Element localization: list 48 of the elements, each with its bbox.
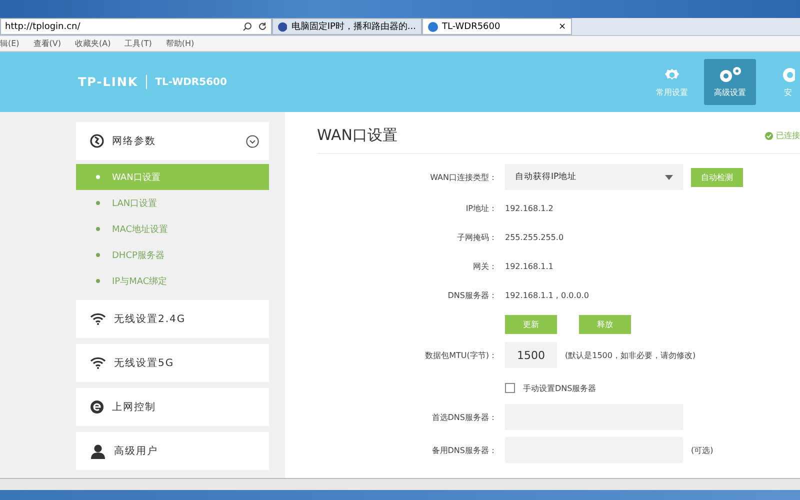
gears-icon xyxy=(717,66,743,84)
field-label: 数据包MTU(字节)： xyxy=(424,350,497,360)
menu-item[interactable]: 辑(E) xyxy=(0,38,20,49)
menu-item[interactable]: 收藏夹(A) xyxy=(75,38,111,49)
wifi-icon xyxy=(90,313,106,325)
sidebar-menu-item[interactable]: 网络参数 xyxy=(76,122,269,160)
checkbox[interactable] xyxy=(505,383,515,393)
close-icon[interactable]: × xyxy=(558,22,566,32)
sidebar-menu-item[interactable]: 无线设置2.4G xyxy=(76,300,269,338)
sidebar-menu-item[interactable]: 高级用户 xyxy=(76,432,269,470)
checkbox-label: 手动设置DNS服务器 xyxy=(523,382,596,394)
browser-tab[interactable]: TL-WDR5600 × xyxy=(422,18,572,35)
menu-item[interactable]: 帮助(H) xyxy=(166,38,194,49)
field-label: WAN口连接类型： xyxy=(429,172,497,182)
page-title: WAN口设置 xyxy=(317,126,398,145)
connection-type-select[interactable]: 自动获得IP地址 xyxy=(505,164,683,190)
browser-tab[interactable]: 电脑固定IP时，播和路由器的... xyxy=(272,18,422,35)
address-field[interactable]: http://tplogin.cn/ xyxy=(0,18,272,35)
field-label: DNS服务器： xyxy=(446,290,497,300)
wifi-icon xyxy=(90,357,106,369)
field-value: 255.255.255.0 xyxy=(505,232,564,242)
chevron-icon[interactable] xyxy=(246,134,259,148)
sidebar-menu-item[interactable]: 上网控制 xyxy=(76,388,269,426)
field-label: IP地址： xyxy=(464,202,497,214)
brand-logo: TP-LINK xyxy=(78,75,138,89)
field-label: 子网掩码： xyxy=(456,232,497,242)
field-value: 192.168.1.2 xyxy=(505,204,554,212)
field-note: (默认是1500，如非必要，请勿修改) xyxy=(565,350,696,360)
dropdown-caret-icon xyxy=(665,174,673,180)
menu-item[interactable]: 查看(V) xyxy=(33,38,62,49)
sidebar-menu-item[interactable]: 无线设置5G xyxy=(76,344,269,382)
field-value: 192.168.1.1 , 0.0.0.0 xyxy=(505,290,589,300)
check-icon xyxy=(765,132,773,140)
model-name: TL-WDR5600 xyxy=(155,76,227,88)
field-label: 网关： xyxy=(472,260,497,272)
site-icon xyxy=(428,22,438,32)
user-icon xyxy=(90,444,106,458)
field-note: (可选) xyxy=(691,444,714,456)
search-icon xyxy=(243,22,252,31)
connection-status: 已连接 xyxy=(765,130,800,141)
site-icon xyxy=(278,22,288,32)
field-value: 192.168.1.1 xyxy=(505,262,554,270)
refresh-icon xyxy=(258,22,267,31)
field-label: 备用DNS服务器： xyxy=(430,444,497,456)
input-field[interactable]: 1500 xyxy=(505,342,557,368)
field-label: 首选DNS服务器： xyxy=(430,412,497,422)
internet-icon xyxy=(90,400,104,414)
menu-item[interactable]: 工具(T) xyxy=(124,38,152,49)
